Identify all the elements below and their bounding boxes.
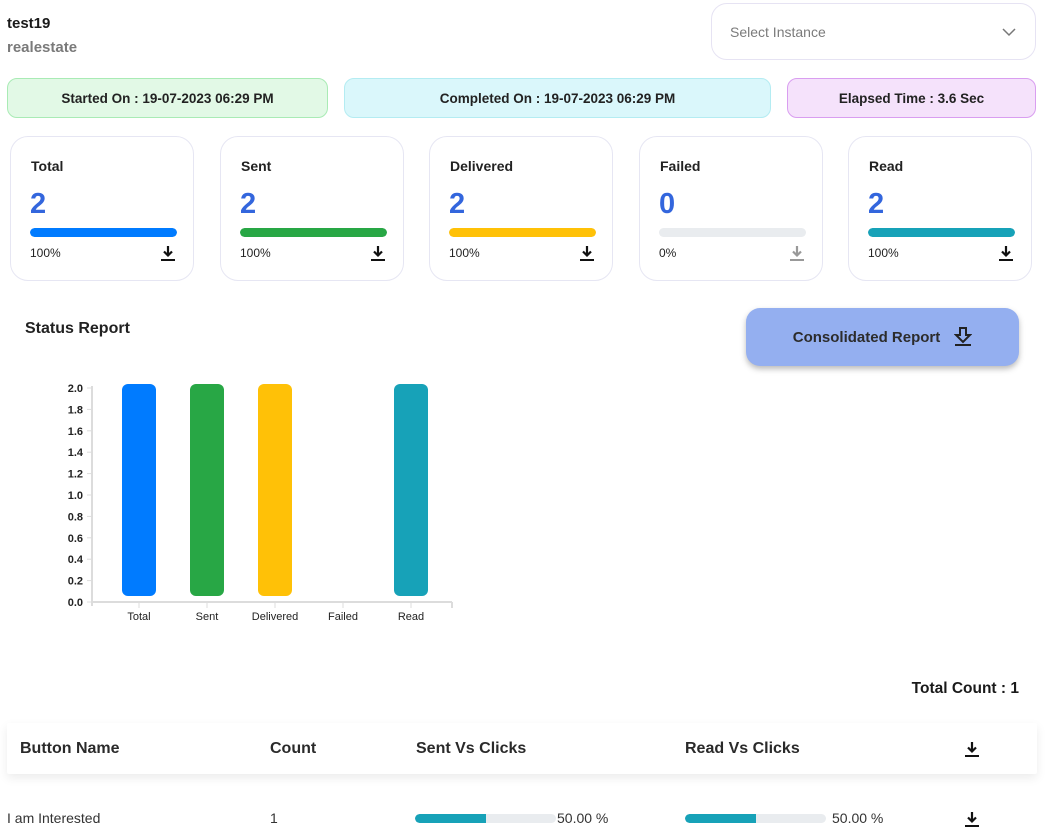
- stat-card-sent: Sent 2 100%: [220, 136, 404, 281]
- stat-percent: 100%: [868, 246, 899, 260]
- stat-percent: 100%: [449, 246, 480, 260]
- started-on-badge: Started On : 19-07-2023 06:29 PM: [7, 78, 328, 118]
- campaign-subtitle: realestate: [7, 39, 78, 56]
- buttons-table-header: Button Name Count Sent Vs Clicks Read Vs…: [7, 723, 1037, 774]
- stat-percent: 100%: [240, 246, 271, 260]
- x-tick-label: Read: [398, 611, 424, 623]
- download-icon[interactable]: [998, 244, 1014, 262]
- column-header-read-vs-clicks: Read Vs Clicks: [685, 740, 800, 757]
- column-header-button-name: Button Name: [20, 740, 120, 757]
- download-all-icon[interactable]: [964, 740, 980, 758]
- download-icon[interactable]: [789, 244, 805, 262]
- stat-label: Sent: [241, 158, 272, 174]
- y-tick-label: 0.0: [68, 597, 83, 609]
- read-vs-clicks-bar: [685, 814, 826, 823]
- y-tick-label: 1.8: [68, 404, 83, 416]
- stat-card-read: Read 2 100%: [848, 136, 1032, 281]
- column-header-sent-vs-clicks: Sent Vs Clicks: [416, 740, 527, 757]
- button-name-cell: I am Interested: [7, 810, 101, 826]
- status-report-chart: 0.0 0.2 0.4 0.6 0.8 1.0 1.2 1.4 1.6 1.8 2.0 Total Se…: [68, 383, 453, 623]
- x-tick-label: Failed: [328, 611, 358, 623]
- stat-progress-fill: [868, 228, 1015, 237]
- download-icon[interactable]: [579, 244, 595, 262]
- stat-progress-bar: [449, 228, 596, 237]
- status-report-title: Status Report: [25, 320, 130, 337]
- stat-value: 2: [30, 188, 47, 220]
- total-count: Total Count : 1: [911, 680, 1019, 697]
- x-tick-label: Delivered: [252, 611, 298, 623]
- download-icon[interactable]: [370, 244, 386, 262]
- y-tick-label: 0.4: [68, 554, 84, 566]
- bar-read: [394, 384, 428, 596]
- sent-vs-clicks-fill: [415, 814, 486, 823]
- stat-percent: 100%: [30, 246, 61, 260]
- column-header-count: Count: [270, 740, 317, 757]
- stat-value: 2: [240, 188, 257, 220]
- y-tick-label: 0.8: [68, 511, 83, 523]
- x-tick-label: Total: [127, 611, 150, 623]
- sent-vs-clicks-value: 50.00 %: [557, 810, 609, 826]
- stat-progress-fill: [240, 228, 387, 237]
- y-tick-label: 1.6: [68, 426, 83, 438]
- stat-value: 2: [868, 188, 885, 220]
- stat-progress-fill: [449, 228, 596, 237]
- y-tick-label: 1.0: [68, 490, 83, 502]
- bar-delivered: [258, 384, 292, 596]
- sent-vs-clicks-bar: [415, 814, 556, 823]
- download-icon[interactable]: [160, 244, 176, 262]
- y-tick-label: 2.0: [68, 383, 83, 395]
- stat-card-delivered: Delivered 2 100%: [429, 136, 613, 281]
- completed-on-badge: Completed On : 19-07-2023 06:29 PM: [344, 78, 771, 118]
- y-tick-label: 1.4: [68, 447, 84, 459]
- y-tick-label: 0.6: [68, 533, 83, 545]
- stat-card-failed: Failed 0 0%: [639, 136, 823, 281]
- download-row-icon[interactable]: [964, 810, 980, 828]
- stat-progress-bar: [659, 228, 806, 237]
- bar-total: [122, 384, 156, 596]
- stat-value: 0: [659, 188, 676, 220]
- stat-progress-bar: [240, 228, 387, 237]
- count-cell: 1: [270, 810, 278, 826]
- bar-sent: [190, 384, 224, 596]
- download-icon: [954, 327, 973, 346]
- y-tick-label: 0.2: [68, 576, 83, 588]
- read-vs-clicks-fill: [685, 814, 756, 823]
- consolidated-report-label: Consolidated Report: [792, 328, 941, 346]
- stat-label: Delivered: [450, 158, 514, 174]
- instance-select-placeholder: Select Instance: [730, 23, 826, 40]
- y-tick-label: 1.2: [68, 469, 83, 481]
- stat-label: Read: [869, 158, 904, 174]
- stat-progress-bar: [868, 228, 1015, 237]
- stat-progress-bar: [30, 228, 177, 237]
- read-vs-clicks-value: 50.00 %: [832, 810, 884, 826]
- elapsed-time-badge: Elapsed Time : 3.6 Sec: [787, 78, 1036, 118]
- stat-label: Total: [31, 158, 64, 174]
- instance-select[interactable]: Select Instance: [711, 3, 1036, 60]
- chevron-down-icon: [1002, 27, 1016, 36]
- stat-value: 2: [449, 188, 466, 220]
- stat-percent: 0%: [659, 246, 677, 260]
- stat-card-total: Total 2 100%: [10, 136, 194, 281]
- campaign-title: test19: [7, 15, 51, 32]
- x-tick-label: Sent: [196, 611, 219, 623]
- stat-label: Failed: [660, 158, 701, 174]
- table-row: I am Interested 1 50.00 % 50.00 %: [7, 800, 1037, 836]
- stat-progress-fill: [30, 228, 177, 237]
- consolidated-report-button[interactable]: Consolidated Report: [746, 308, 1019, 366]
